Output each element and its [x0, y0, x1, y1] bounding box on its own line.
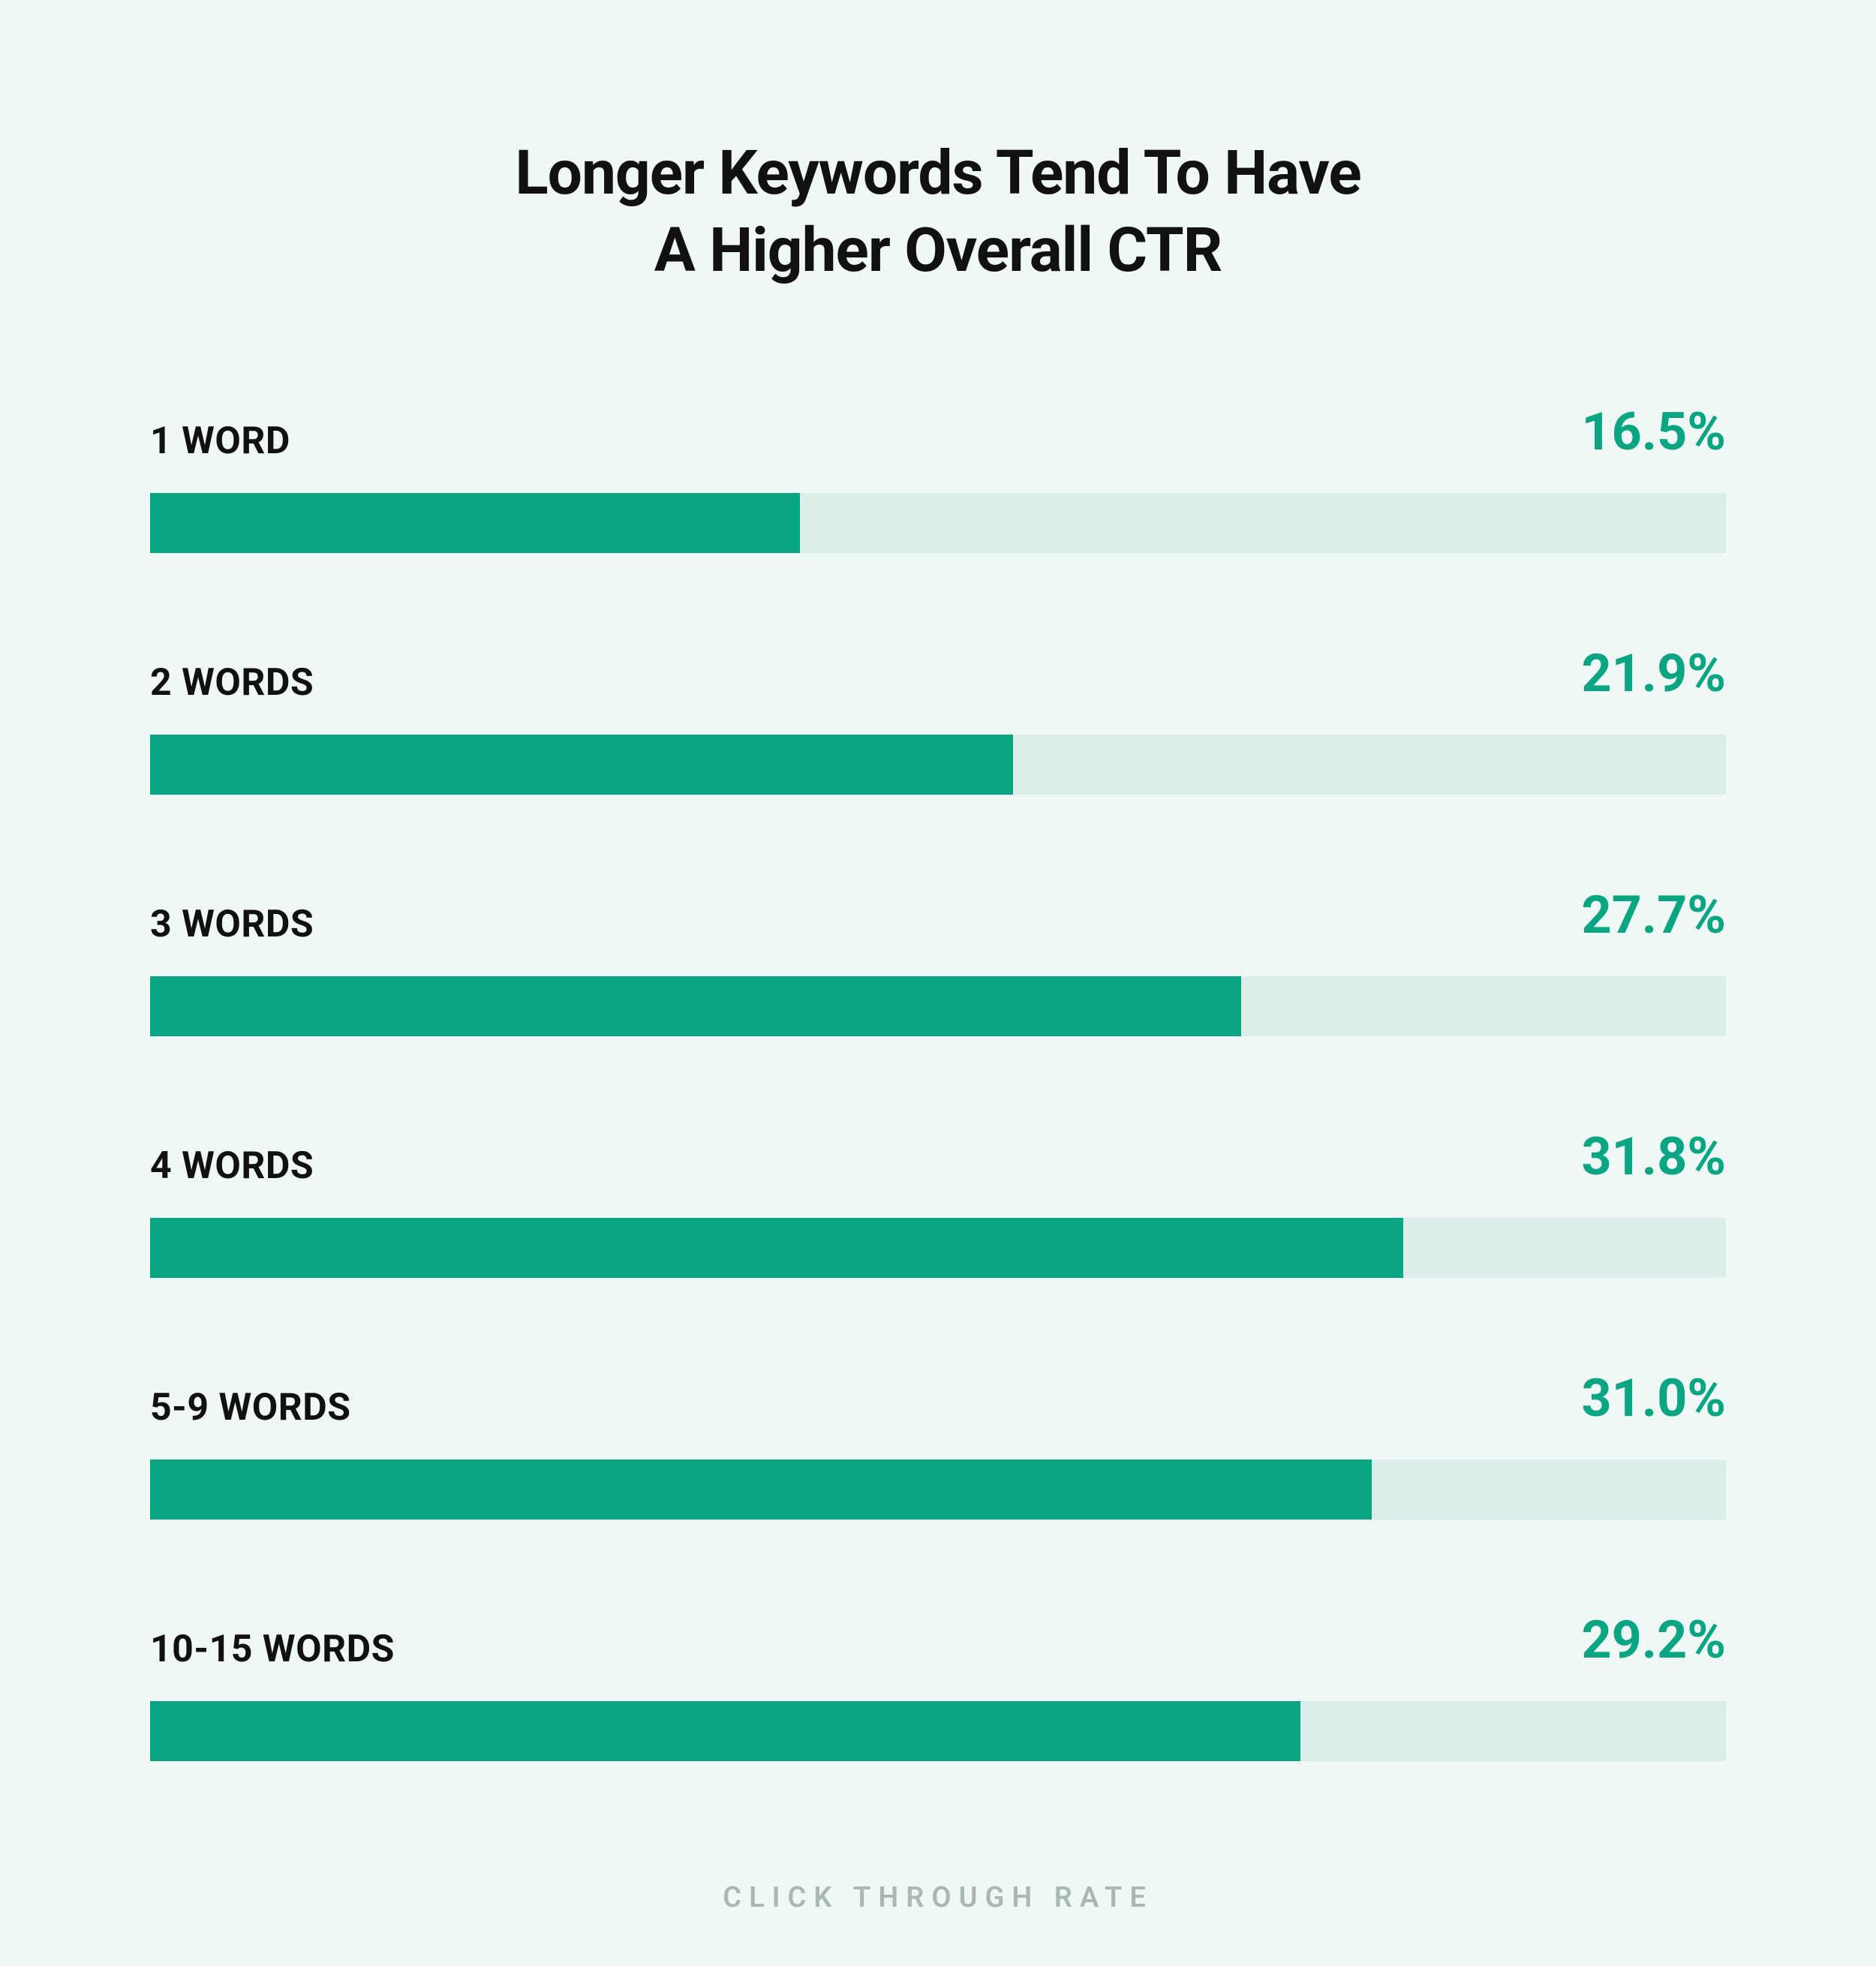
bar-fill	[150, 1459, 1372, 1520]
bar-value-label: 27.7%	[1581, 885, 1726, 946]
bar-fill	[150, 1218, 1403, 1278]
bar-row-head: 5-9 WORDS 31.0%	[150, 1368, 1726, 1429]
bar-fill	[150, 976, 1241, 1036]
bar-value-label: 31.8%	[1581, 1126, 1726, 1188]
bar-fill	[150, 1701, 1300, 1761]
bar-track	[150, 1701, 1726, 1761]
bar-row-head: 10-15 WORDS 29.2%	[150, 1610, 1726, 1671]
chart-title: Longer Keywords Tend To HaveA Higher Ove…	[150, 135, 1726, 289]
bar-row: 3 WORDS 27.7%	[150, 885, 1726, 1036]
bar-row: 10-15 WORDS 29.2%	[150, 1610, 1726, 1761]
bar-category-label: 3 WORDS	[150, 903, 314, 946]
bar-row: 1 WORD 16.5%	[150, 401, 1726, 553]
bar-fill	[150, 493, 800, 553]
bar-row-head: 1 WORD 16.5%	[150, 401, 1726, 463]
bar-category-label: 10-15 WORDS	[150, 1628, 395, 1671]
bar-track	[150, 976, 1726, 1036]
bar-row-head: 4 WORDS 31.8%	[150, 1126, 1726, 1188]
bar-value-label: 21.9%	[1581, 643, 1726, 705]
bar-row: 2 WORDS 21.9%	[150, 643, 1726, 795]
bar-fill	[150, 735, 1013, 795]
ctr-bar-chart: Longer Keywords Tend To HaveA Higher Ove…	[0, 0, 1876, 1966]
bar-row: 5-9 WORDS 31.0%	[150, 1368, 1726, 1520]
x-axis-label: CLICK THROUGH RATE	[150, 1881, 1726, 1914]
bar-category-label: 2 WORDS	[150, 661, 314, 705]
bar-track	[150, 1218, 1726, 1278]
bar-track	[150, 735, 1726, 795]
bar-track	[150, 1459, 1726, 1520]
bar-row-head: 3 WORDS 27.7%	[150, 885, 1726, 946]
bar-track	[150, 493, 1726, 553]
bar-rows: 1 WORD 16.5% 2 WORDS 21.9% 3 WORDS 27.7%	[150, 401, 1726, 1761]
bar-category-label: 1 WORD	[150, 419, 290, 463]
bar-category-label: 4 WORDS	[150, 1144, 314, 1188]
bar-category-label: 5-9 WORDS	[150, 1386, 351, 1429]
bar-value-label: 31.0%	[1581, 1368, 1726, 1429]
bar-row: 4 WORDS 31.8%	[150, 1126, 1726, 1278]
bar-value-label: 29.2%	[1581, 1610, 1726, 1671]
bar-row-head: 2 WORDS 21.9%	[150, 643, 1726, 705]
bar-value-label: 16.5%	[1581, 401, 1726, 463]
